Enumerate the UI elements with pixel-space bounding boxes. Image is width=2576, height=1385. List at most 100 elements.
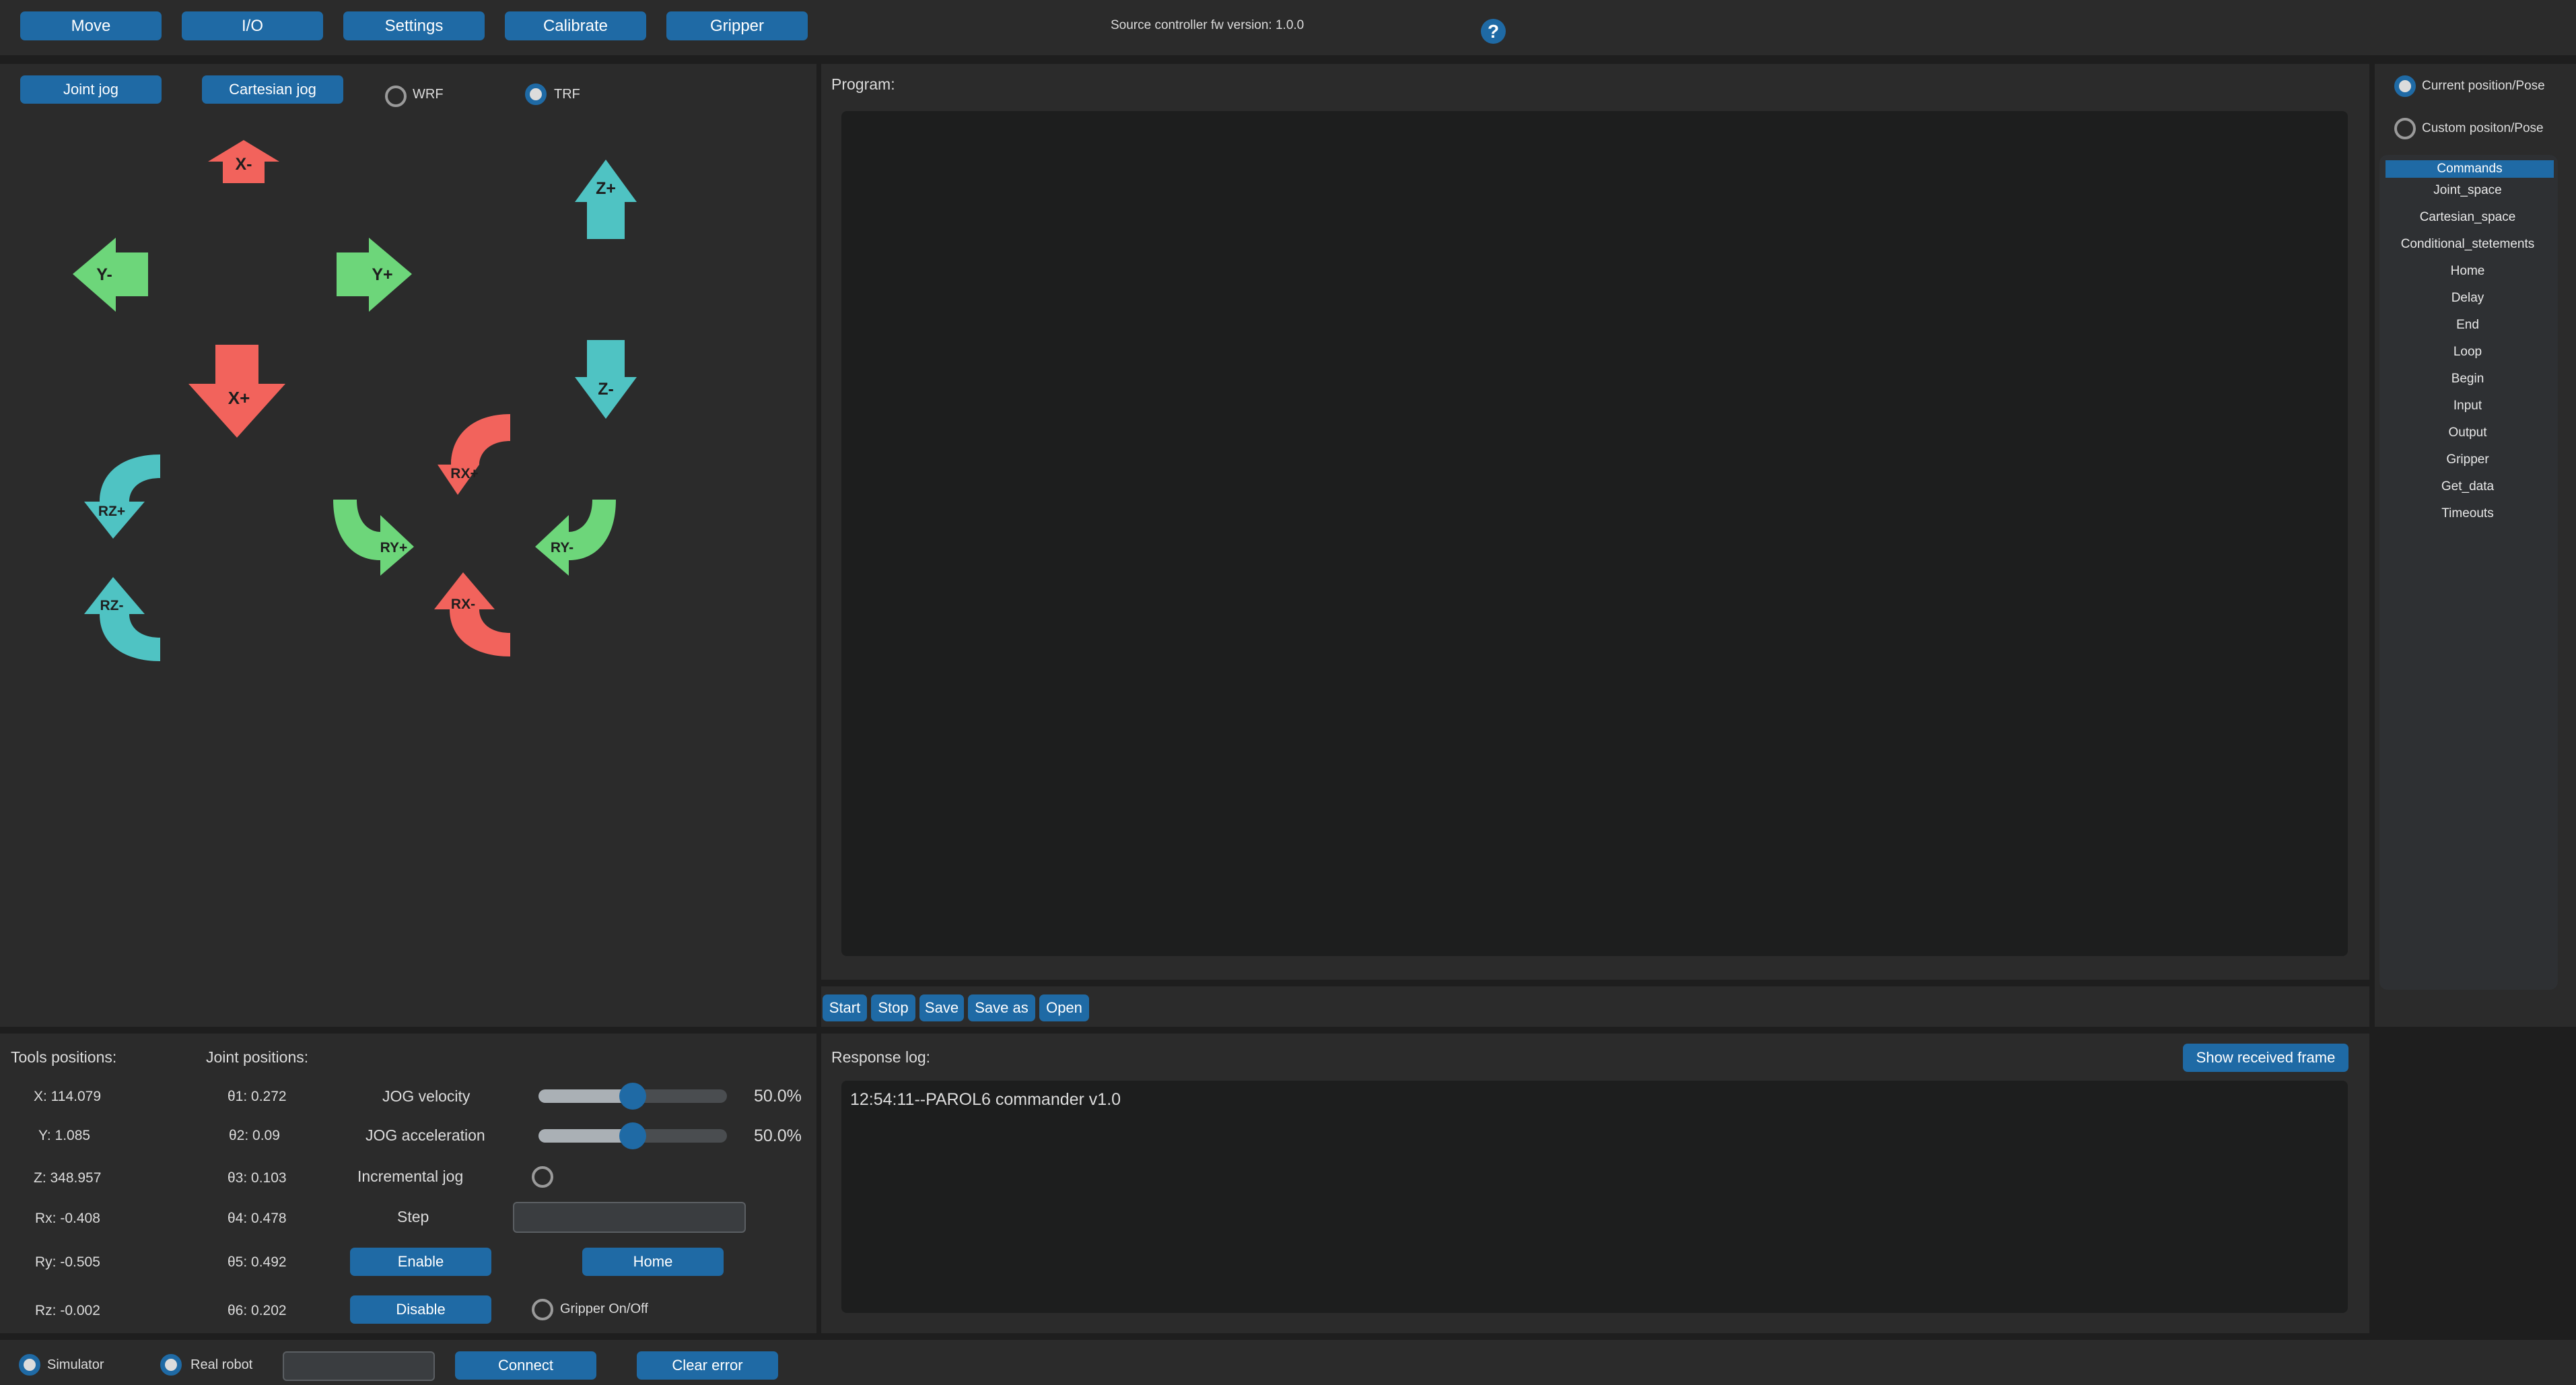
ry-plus-label: RY+: [380, 540, 408, 555]
joint-4: θ4: 0.478: [228, 1211, 287, 1226]
save-button[interactable]: Save: [919, 994, 964, 1021]
cartesian-jog-button[interactable]: Cartesian jog: [202, 75, 343, 104]
jog-acceleration-label: JOG acceleration: [365, 1126, 485, 1144]
joint-1: θ1: 0.272: [228, 1089, 287, 1104]
x-minus-arrow[interactable]: X-: [208, 140, 279, 183]
ry-minus-arrow[interactable]: RY-: [535, 500, 616, 576]
command-get-data[interactable]: Get_data: [2383, 479, 2552, 494]
stop-button[interactable]: Stop: [871, 994, 915, 1021]
real-robot-radio[interactable]: [160, 1354, 182, 1376]
jog-velocity-label: JOG velocity: [382, 1087, 471, 1105]
jog-acceleration-knob[interactable]: [619, 1122, 646, 1149]
connect-button[interactable]: Connect: [455, 1351, 596, 1380]
joint-jog-button[interactable]: Joint jog: [20, 75, 162, 104]
response-log-title: Response log:: [831, 1048, 931, 1066]
incremental-jog-checkbox[interactable]: [532, 1166, 553, 1188]
tab-move[interactable]: Move: [20, 11, 162, 40]
enable-button[interactable]: Enable: [350, 1248, 491, 1276]
rx-minus-label: RX-: [451, 597, 475, 612]
custom-pose-radio[interactable]: [2394, 118, 2416, 139]
current-pose-label: Current position/Pose: [2422, 79, 2545, 93]
show-received-frame-button[interactable]: Show received frame: [2183, 1044, 2348, 1072]
rx-minus-arrow[interactable]: RX-: [434, 572, 510, 656]
z-minus-arrow[interactable]: Z-: [575, 340, 637, 419]
rx-plus-arrow[interactable]: RX+: [438, 414, 510, 495]
command-delay[interactable]: Delay: [2383, 291, 2552, 306]
jog-acceleration-fill: [538, 1129, 633, 1143]
x-plus-label: X+: [228, 388, 250, 408]
tab-settings[interactable]: Settings: [343, 11, 485, 40]
help-button[interactable]: ?: [1481, 19, 1506, 44]
joint-6: θ6: 0.202: [228, 1303, 287, 1318]
z-plus-arrow[interactable]: Z+: [575, 160, 637, 239]
jog-arrows: X- Z+ Y- Y+ X+ Z- RX+ RZ+ RY+ RY- RZ- RX…: [73, 140, 637, 661]
command-home[interactable]: Home: [2383, 264, 2552, 279]
command-input[interactable]: Input: [2383, 399, 2552, 413]
jog-acceleration-value: 50.0%: [754, 1126, 802, 1145]
rx-plus-label: RX+: [450, 466, 478, 481]
start-button[interactable]: Start: [823, 994, 867, 1021]
commands-list: [2379, 155, 2558, 990]
rz-minus-arrow[interactable]: RZ-: [84, 577, 160, 661]
x-plus-arrow[interactable]: X+: [188, 345, 285, 438]
jog-velocity-value: 50.0%: [754, 1087, 802, 1106]
command-conditional-statements[interactable]: Conditional_stetements: [2383, 237, 2552, 252]
program-editor[interactable]: [841, 111, 2348, 956]
y-plus-label: Y+: [372, 265, 392, 284]
save-as-button[interactable]: Save as: [968, 994, 1035, 1021]
tab-gripper[interactable]: Gripper: [666, 11, 808, 40]
joint-positions-title: Joint positions:: [206, 1048, 309, 1066]
x-minus-label: X-: [236, 155, 252, 174]
z-plus-label: Z+: [596, 179, 616, 198]
command-loop[interactable]: Loop: [2383, 345, 2552, 360]
command-cartesian-space[interactable]: Cartesian_space: [2383, 210, 2552, 225]
log-line: 12:54:11--PAROL6 commander v1.0: [850, 1090, 1121, 1109]
tool-y: Y: 1.085: [38, 1128, 91, 1143]
y-plus-arrow[interactable]: Y+: [337, 238, 412, 312]
command-joint-space[interactable]: Joint_space: [2383, 183, 2552, 198]
open-button[interactable]: Open: [1039, 994, 1089, 1021]
tab-io[interactable]: I/O: [182, 11, 323, 40]
jog-velocity-knob[interactable]: [619, 1083, 646, 1110]
ry-plus-arrow[interactable]: RY+: [333, 500, 414, 576]
rz-minus-label: RZ-: [100, 598, 124, 613]
port-input[interactable]: [283, 1351, 435, 1381]
trf-label: TRF: [554, 87, 580, 102]
y-minus-arrow[interactable]: Y-: [73, 238, 148, 312]
gripper-toggle-radio[interactable]: [532, 1299, 553, 1320]
fw-version: Source controller fw version: 1.0.0: [1111, 18, 1304, 32]
tool-ry: Ry: -0.505: [35, 1254, 100, 1270]
simulator-radio[interactable]: [19, 1354, 40, 1376]
joint-2: θ2: 0.09: [229, 1128, 280, 1143]
trf-radio[interactable]: [525, 83, 547, 105]
tools-positions-title: Tools positions:: [11, 1048, 117, 1066]
gripper-toggle-label: Gripper On/Off: [560, 1302, 648, 1316]
command-output[interactable]: Output: [2383, 426, 2552, 440]
tool-z: Z: 348.957: [34, 1170, 102, 1186]
help-icon: ?: [1487, 20, 1500, 42]
current-pose-radio[interactable]: [2394, 75, 2416, 97]
tool-rx: Rx: -0.408: [35, 1211, 100, 1226]
tab-calibrate[interactable]: Calibrate: [505, 11, 646, 40]
real-robot-label: Real robot: [190, 1357, 253, 1372]
program-title: Program:: [831, 75, 895, 93]
rz-plus-label: RZ+: [98, 504, 125, 519]
command-end[interactable]: End: [2383, 318, 2552, 333]
rz-plus-arrow[interactable]: RZ+: [84, 454, 160, 539]
tool-x: X: 114.079: [34, 1089, 102, 1104]
clear-error-button[interactable]: Clear error: [637, 1351, 778, 1380]
disable-button[interactable]: Disable: [350, 1295, 491, 1324]
command-gripper[interactable]: Gripper: [2383, 452, 2552, 467]
command-timeouts[interactable]: Timeouts: [2383, 506, 2552, 521]
wrf-radio[interactable]: [385, 86, 407, 107]
response-log-box[interactable]: 12:54:11--PAROL6 commander v1.0: [841, 1081, 2348, 1313]
jog-velocity-fill: [538, 1089, 633, 1103]
command-begin[interactable]: Begin: [2383, 372, 2552, 386]
step-label: Step: [397, 1208, 429, 1225]
home-button[interactable]: Home: [582, 1248, 724, 1276]
joint-5: θ5: 0.492: [228, 1254, 287, 1270]
simulator-label: Simulator: [47, 1357, 104, 1372]
custom-pose-label: Custom positon/Pose: [2422, 121, 2544, 135]
y-minus-label: Y-: [96, 265, 112, 284]
step-input[interactable]: [513, 1202, 746, 1233]
